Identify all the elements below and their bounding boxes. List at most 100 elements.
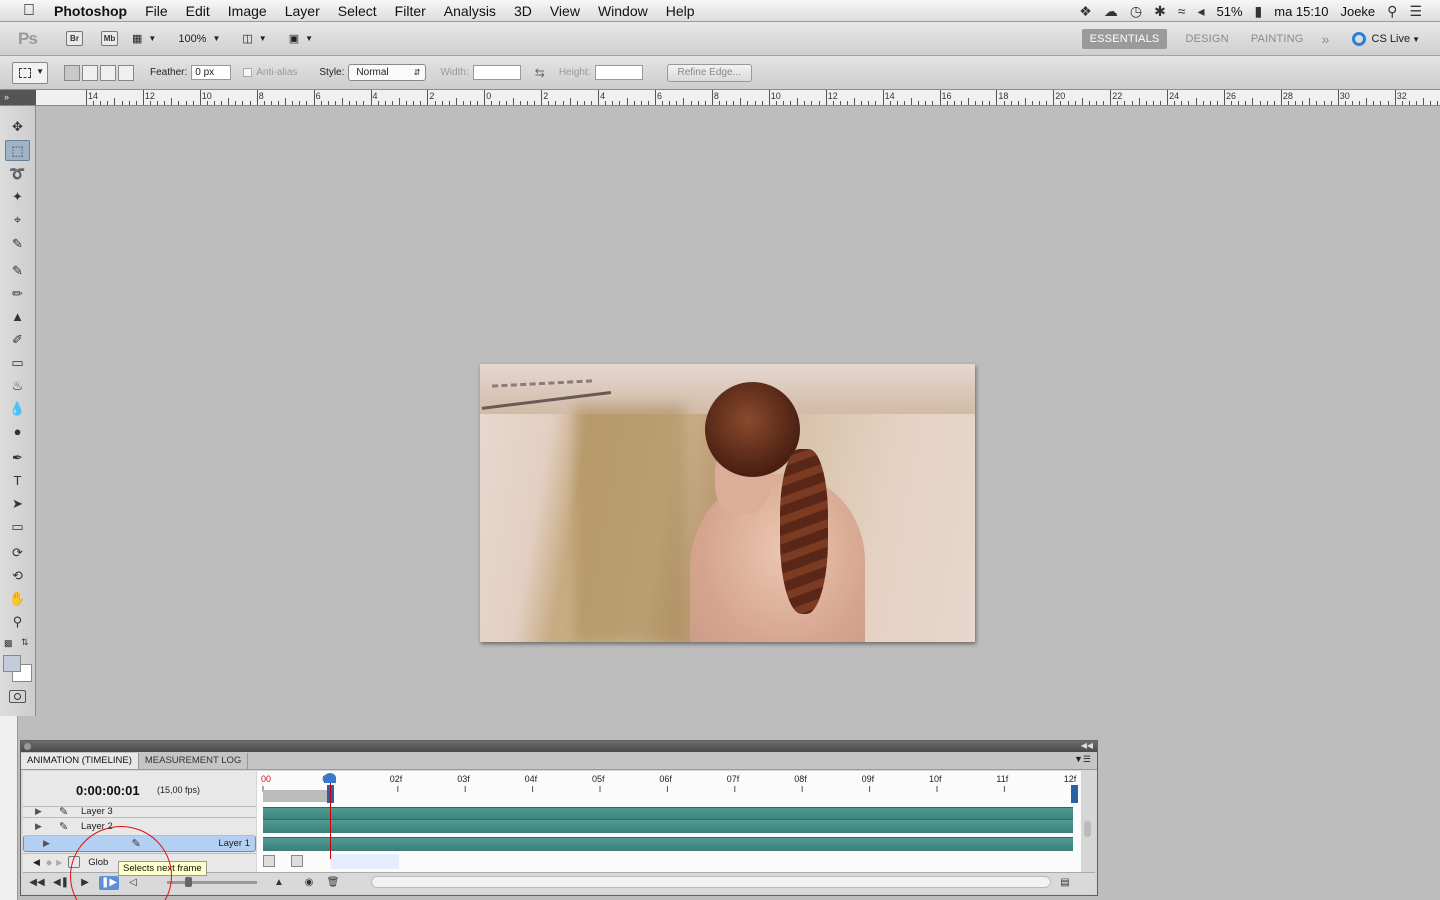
next-keyframe-icon[interactable]: ▶ — [56, 858, 62, 867]
width-input[interactable] — [472, 65, 521, 80]
spot-healing-brush-icon[interactable]: ✎ — [5, 260, 30, 281]
zoom-in-mountain-icon[interactable]: ▲ — [269, 876, 289, 890]
rectangle-shape-icon[interactable]: ▭ — [5, 516, 30, 537]
path-selection-icon[interactable]: ➤ — [5, 493, 30, 514]
menu-3d[interactable]: 3D — [505, 0, 541, 22]
timeline-track-area[interactable]: 0001f02f03f04f05f06f07f08f09f10f11f12f — [257, 771, 1081, 881]
eraser-tool-icon[interactable]: ▭ — [5, 352, 30, 373]
anti-alias-checkbox[interactable] — [243, 68, 253, 77]
delete-keyframes-icon[interactable]: 🗑 — [323, 876, 343, 890]
tab-animation-timeline[interactable]: ANIMATION (TIMELINE) — [21, 753, 139, 769]
menu-select[interactable]: Select — [329, 0, 386, 22]
layer-1-track[interactable] — [263, 837, 1073, 851]
document-canvas[interactable] — [480, 364, 975, 642]
workspace-painting[interactable]: PAINTING — [1251, 33, 1304, 45]
zoom-slider[interactable] — [167, 877, 257, 887]
eyedropper-tool-icon[interactable]: ✎ — [5, 233, 30, 254]
more-workspaces-icon[interactable]: » — [1322, 31, 1330, 47]
zoom-slider-thumb[interactable] — [185, 877, 192, 887]
add-to-selection-button[interactable] — [82, 64, 98, 81]
menu-analysis[interactable]: Analysis — [435, 0, 505, 22]
rectangular-marquee-tool-icon[interactable]: ⬚ — [5, 140, 30, 161]
menu-filter[interactable]: Filter — [386, 0, 435, 22]
work-area-bar[interactable] — [263, 790, 329, 802]
3d-rotate-icon[interactable]: ⟳ — [5, 542, 30, 563]
previous-frame-icon[interactable]: ◀❚ — [51, 876, 71, 890]
time-machine-icon[interactable]: ◷ — [1130, 3, 1142, 20]
swap-colors-icon[interactable]: ⇅ — [21, 637, 29, 648]
zoom-tool-icon[interactable]: ⚲ — [5, 611, 30, 632]
vertical-ruler[interactable] — [0, 716, 18, 900]
pen-tool-icon[interactable]: ✒ — [5, 447, 30, 468]
quick-selection-tool-icon[interactable]: ✦ — [5, 186, 30, 207]
crop-tool-icon[interactable]: ⌖ — [5, 209, 30, 230]
bridge-button[interactable]: Br — [66, 31, 83, 46]
expand-triangle-icon[interactable]: ▶ — [35, 821, 47, 832]
work-area-end-handle[interactable] — [1071, 785, 1078, 803]
hand-tool-icon[interactable]: ✋ — [5, 588, 30, 609]
first-frame-icon[interactable]: ◀◀ — [27, 876, 47, 890]
menu-edit[interactable]: Edit — [177, 0, 219, 22]
app-menu[interactable]: Photoshop — [52, 0, 136, 22]
sync-icon[interactable]: ☁ — [1104, 3, 1118, 20]
layer-row-layer-3[interactable]: ▶ ✎ Layer 3 — [23, 806, 256, 816]
apple-menu-icon[interactable]:  — [18, 2, 40, 20]
wifi-icon[interactable]: ≈ — [1178, 3, 1186, 19]
blur-tool-icon[interactable]: 💧 — [5, 398, 30, 419]
ruler-corner[interactable]: » — [0, 90, 36, 105]
convert-to-frame-animation-icon[interactable]: ▤ — [1055, 876, 1075, 890]
notification-list-icon[interactable]: ☰ — [1409, 3, 1422, 20]
menu-help[interactable]: Help — [657, 0, 704, 22]
tool-preset-picker[interactable]: ▼ — [12, 61, 48, 84]
current-timecode[interactable]: 0:00:00:01 — [76, 783, 140, 798]
history-brush-icon[interactable]: ✐ — [5, 329, 30, 350]
vertical-scrollbar[interactable] — [1084, 821, 1091, 837]
subtract-from-selection-button[interactable] — [100, 64, 116, 81]
panel-title-bar[interactable]: ◀◀ — [21, 741, 1097, 752]
style-select[interactable]: Normal ⇵ — [348, 64, 427, 81]
keyframe-marker[interactable] — [291, 855, 303, 867]
view-extras-dropdown[interactable]: ▦ ▼ — [132, 32, 156, 45]
bluetooth-icon[interactable]: ✱ — [1154, 3, 1166, 20]
workspace-essentials[interactable]: ESSENTIALS — [1081, 29, 1168, 49]
collapse-panel-icon[interactable]: ◀◀ — [1081, 741, 1093, 750]
menu-view[interactable]: View — [541, 0, 589, 22]
current-time-indicator-handle[interactable] — [324, 773, 337, 783]
user-name[interactable]: Joeke — [1340, 4, 1375, 19]
dodge-tool-icon[interactable]: ● — [5, 421, 30, 442]
mini-bridge-button[interactable]: Mb — [101, 31, 118, 46]
cs-live-menu[interactable]: CS Live ▼ — [1351, 32, 1420, 46]
keyframe-marker[interactable] — [263, 855, 275, 867]
panel-menu-icon[interactable]: ▼☰ — [1074, 754, 1091, 765]
expand-triangle-icon[interactable]: ▶ — [35, 807, 47, 816]
quick-mask-button[interactable] — [9, 690, 26, 703]
tab-measurement-log[interactable]: MEASUREMENT LOG — [139, 753, 249, 769]
volume-icon[interactable]: ◂ — [1197, 3, 1204, 20]
refine-edge-button[interactable]: Refine Edge... — [666, 63, 752, 82]
3d-orbit-icon[interactable]: ⟲ — [5, 565, 30, 586]
workspace-design[interactable]: DESIGN — [1185, 33, 1228, 45]
horizontal-scrollbar[interactable] — [371, 876, 1051, 888]
layer-2-track[interactable] — [263, 819, 1073, 833]
default-colors-icon[interactable]: ▩ — [4, 638, 13, 649]
panel-close-icon[interactable] — [24, 743, 31, 750]
feather-input[interactable]: 0 px — [191, 65, 232, 80]
onion-skin-icon[interactable]: ◉ — [299, 876, 319, 890]
move-tool-icon[interactable]: ✥ — [5, 116, 30, 137]
prev-keyframe-icon[interactable]: ◀ — [33, 857, 40, 868]
arrange-documents-dropdown[interactable]: ◫ ▼ — [242, 32, 266, 45]
foreground-color-swatch[interactable] — [3, 655, 21, 672]
current-time-indicator[interactable] — [330, 773, 332, 859]
clock[interactable]: ma 15:10 — [1274, 4, 1328, 19]
menu-file[interactable]: File — [136, 0, 177, 22]
height-input[interactable] — [594, 65, 643, 80]
lasso-tool-icon[interactable]: ➰ — [5, 163, 30, 184]
type-tool-icon[interactable]: T — [5, 470, 30, 491]
expand-triangle-icon[interactable]: ▶ — [43, 838, 55, 849]
menu-image[interactable]: Image — [219, 0, 276, 22]
screen-mode-dropdown[interactable]: ▣ ▼ — [289, 32, 313, 45]
menu-window[interactable]: Window — [589, 0, 657, 22]
spotlight-search-icon[interactable]: ⚲ — [1387, 3, 1397, 20]
clone-stamp-icon[interactable]: ▲ — [5, 306, 30, 327]
dropbox-icon[interactable]: ❖ — [1079, 3, 1092, 20]
